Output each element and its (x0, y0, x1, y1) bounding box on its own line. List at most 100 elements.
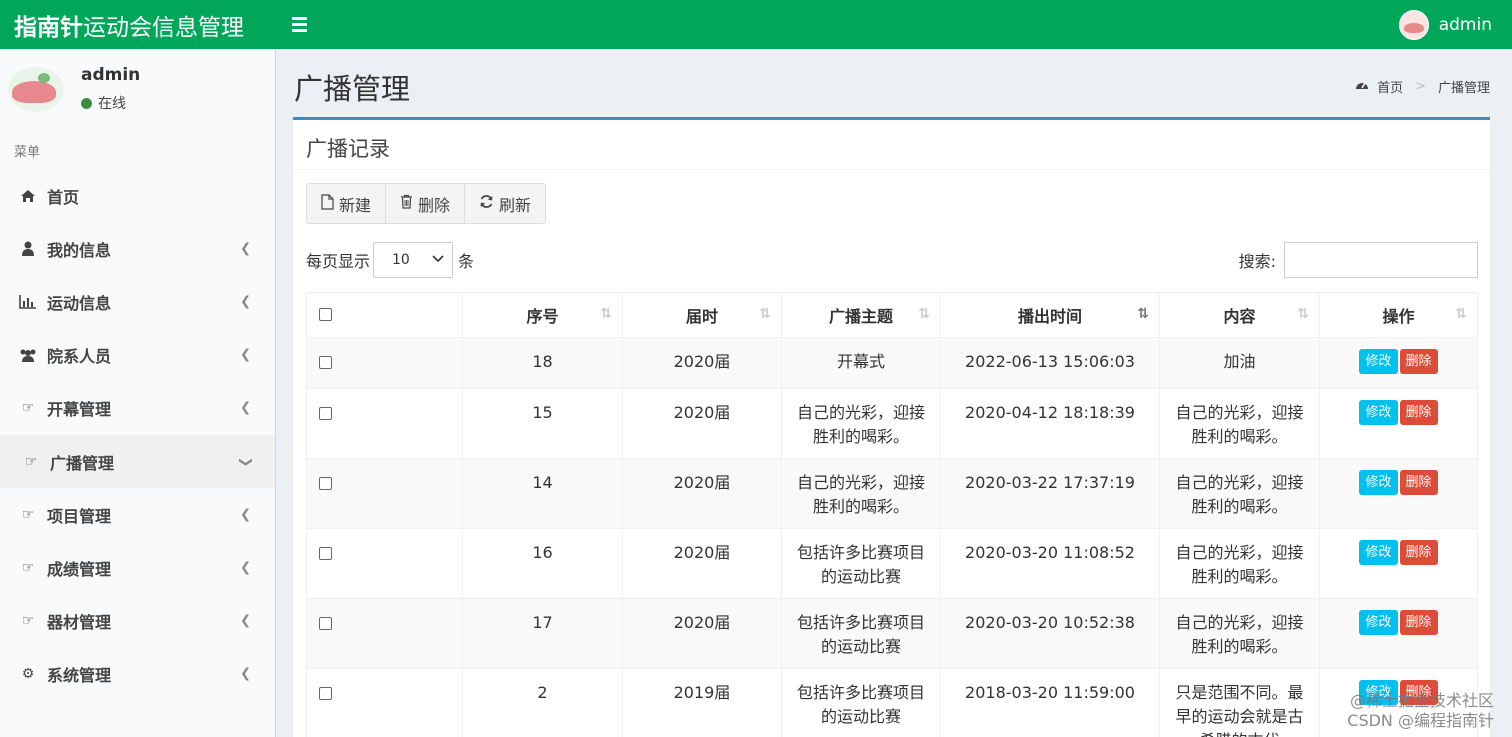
sidebar-item-label: 首页 (47, 187, 80, 207)
cell-topic: 包括许多比赛项目的运动比赛 (781, 528, 941, 599)
row-checkbox[interactable] (319, 356, 332, 369)
new-label: 新建 (339, 195, 372, 215)
cell-actions: 修改 删除 (1319, 528, 1478, 599)
sidebar-item-system[interactable]: ⚙ 系统管理 ❮ (0, 648, 275, 701)
length-prefix: 每页显示 (306, 252, 371, 271)
row-checkbox[interactable] (319, 407, 332, 420)
sidebar-item-projects[interactable]: ☞ 项目管理 ❮ (0, 488, 275, 541)
delete-row-button[interactable]: 删除 (1399, 349, 1438, 374)
broadcast-box: 广播记录 新建 删除 刷新 每页显示 10 条 搜索: 序号 ⇅ 届时 ⇅ 广播… (293, 117, 1490, 737)
sidebar-item-sports-info[interactable]: 运动信息 ❮ (0, 275, 275, 328)
cell-topic-text: 包括许多比赛项目的运动比赛 (796, 683, 925, 726)
cell-session: 2020届 (622, 337, 782, 389)
cell-topic-text: 自己的光彩，迎接胜利的喝彩。 (796, 403, 925, 446)
chevron-left-icon: ❮ (240, 666, 251, 682)
cell-actions: 修改 删除 (1319, 458, 1478, 529)
sidebar-item-opening[interactable]: ☞ 开幕管理 ❮ (0, 382, 275, 435)
hand-pointer-icon: ☞ (21, 400, 35, 417)
breadcrumb-home[interactable]: 首页 (1377, 77, 1403, 96)
cell-time: 2020-03-22 17:37:19 (940, 458, 1160, 529)
sidebar-item-equipment[interactable]: ☞ 器材管理 ❮ (0, 595, 275, 648)
cell-time: 2020-04-12 18:18:39 (940, 388, 1160, 459)
sidebar-item-scores[interactable]: ☞ 成绩管理 ❮ (0, 541, 275, 594)
sidebar-item-my-info[interactable]: 我的信息 ❮ (0, 222, 275, 275)
app-logo[interactable]: 指南针运动会信息管理 (0, 8, 276, 42)
sort-icon: ⇅ (918, 306, 930, 322)
cell-content: 自己的光彩，迎接胜利的喝彩。 (1159, 528, 1320, 599)
column-header-content[interactable]: 内容 ⇅ (1159, 292, 1320, 338)
chevron-left-icon: ❮ (240, 560, 251, 576)
sidebar-item-home[interactable]: 首页 (0, 169, 275, 222)
row-checkbox[interactable] (319, 617, 332, 630)
delete-row-button[interactable]: 删除 (1399, 470, 1438, 495)
table-row: 18 2020届 开幕式 2022-06-13 15:06:03 加油 修改 删除 (306, 337, 1478, 389)
row-select-cell (306, 598, 463, 669)
row-select-cell (306, 668, 463, 737)
sort-desc-icon: ⇅ (1137, 306, 1149, 322)
cell-content-text: 自己的光彩，迎接胜利的喝彩。 (1175, 543, 1304, 586)
cell-actions: 修改 删除 (1319, 388, 1478, 459)
row-checkbox[interactable] (319, 477, 332, 490)
new-button[interactable]: 新建 (306, 183, 387, 224)
page-length-select[interactable]: 10 (373, 242, 454, 278)
edit-button[interactable]: 修改 (1359, 349, 1398, 374)
delete-row-button[interactable]: 删除 (1399, 610, 1438, 635)
sort-icon: ⇅ (1297, 306, 1309, 322)
chevron-down-icon (432, 252, 444, 266)
cell-topic-text: 自己的光彩，迎接胜利的喝彩。 (796, 473, 925, 516)
sidebar-item-broadcast[interactable]: ☞ 广播管理 ❮ (0, 434, 275, 489)
cell-id: 17 (462, 598, 623, 669)
sidebar-item-department-staff[interactable]: 院系人员 ❮ (0, 329, 275, 382)
top-user-menu[interactable]: admin (1398, 0, 1492, 49)
sidebar-item-label: 成绩管理 (47, 559, 112, 579)
column-header-id[interactable]: 序号 ⇅ (462, 292, 623, 338)
select-all-checkbox[interactable] (319, 307, 332, 321)
edit-button[interactable]: 修改 (1359, 610, 1398, 635)
watermark-line-1: @稀土掘金技术社区 (1349, 691, 1494, 710)
cell-id: 18 (462, 337, 623, 389)
refresh-button[interactable]: 刷新 (464, 183, 547, 224)
column-header-topic[interactable]: 广播主题 ⇅ (781, 292, 941, 338)
edit-button[interactable]: 修改 (1359, 470, 1398, 495)
gear-icon: ⚙ (21, 666, 35, 683)
search-input[interactable] (1284, 242, 1478, 278)
cell-topic: 自己的光彩，迎接胜利的喝彩。 (781, 388, 941, 459)
column-header-actions[interactable]: 操作 ⇅ (1319, 292, 1478, 338)
row-select-cell (306, 388, 463, 459)
column-header-time[interactable]: 播出时间 ⇅ (940, 292, 1160, 338)
edit-button[interactable]: 修改 (1359, 400, 1398, 425)
users-icon (18, 348, 38, 363)
cell-content: 自己的光彩，迎接胜利的喝彩。 (1159, 598, 1320, 669)
row-select-cell (306, 337, 463, 389)
logo-text: 运动会信息管理 (83, 14, 244, 41)
table-row: 2 2019届 包括许多比赛项目的运动比赛 2018-03-20 11:59:00 只是… (306, 668, 1478, 737)
delete-button[interactable]: 删除 (385, 183, 466, 224)
user-icon (18, 241, 38, 257)
cell-id: 16 (462, 528, 623, 599)
sidebar-toggle-icon[interactable] (292, 17, 312, 32)
chevron-left-icon: ❮ (240, 507, 251, 523)
cell-session: 2020届 (622, 388, 782, 459)
cell-topic: 自己的光彩，迎接胜利的喝彩。 (781, 458, 941, 529)
row-checkbox[interactable] (319, 547, 332, 560)
table-row: 15 2020届 自己的光彩，迎接胜利的喝彩。 2020-04-12 18:18:39… (306, 388, 1478, 459)
page-title: 广播管理 (294, 72, 411, 106)
breadcrumb-current: 广播管理 (1437, 81, 1490, 96)
row-checkbox[interactable] (319, 687, 332, 700)
page-length-value: 10 (392, 252, 410, 268)
delete-row-button[interactable]: 删除 (1399, 540, 1438, 565)
box-title: 广播记录 (293, 120, 1490, 170)
sidebar-item-label: 系统管理 (47, 666, 112, 686)
hand-pointer-icon: ☞ (21, 559, 35, 576)
sidebar-user-name: admin (81, 65, 141, 85)
delete-row-button[interactable]: 删除 (1399, 400, 1438, 425)
breadcrumb-separator: > (1415, 79, 1426, 94)
search-label: 搜索: (1238, 252, 1276, 271)
search-control: 搜索: (1239, 242, 1478, 278)
cell-id: 14 (462, 458, 623, 529)
page-length-control: 每页显示 10 条 (306, 242, 474, 278)
column-header-session[interactable]: 届时 ⇅ (622, 292, 782, 338)
edit-button[interactable]: 修改 (1359, 540, 1398, 565)
length-suffix: 条 (458, 252, 475, 271)
broadcast-table: 序号 ⇅ 届时 ⇅ 广播主题 ⇅ 播出时间 ⇅ 内容 ⇅ 操作 ⇅ 18 2020届 开幕式 20… (306, 292, 1478, 737)
